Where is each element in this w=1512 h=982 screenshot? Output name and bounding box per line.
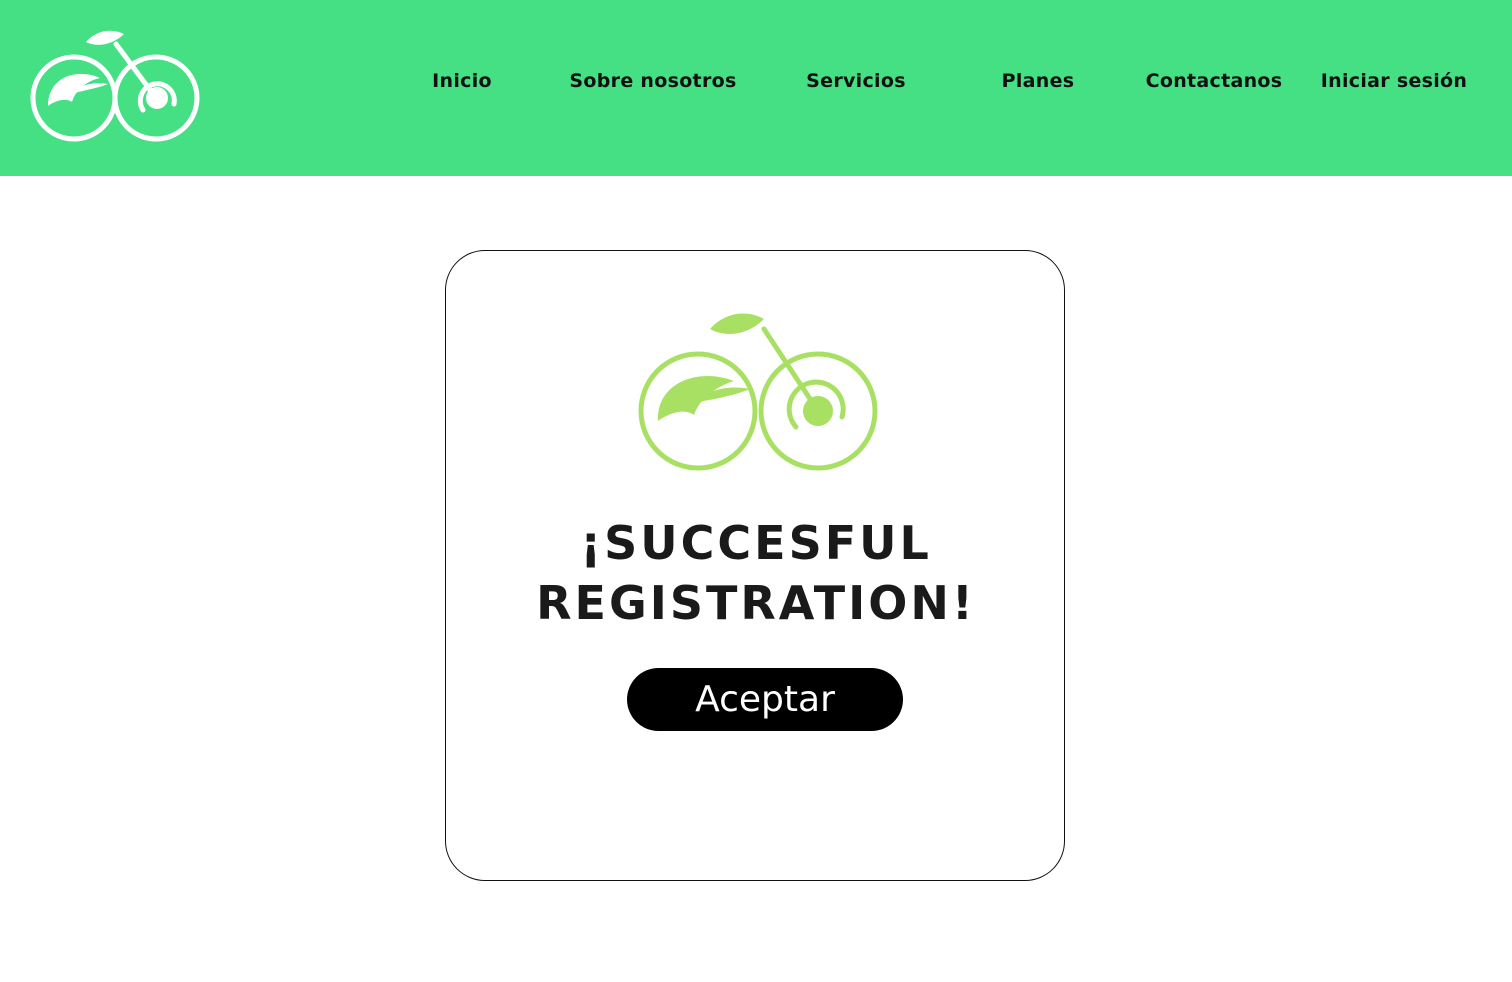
success-title-line-1: ¡SUCCESFUL bbox=[580, 516, 932, 570]
site-header: Inicio Sobre nosotros Servicios Planes C… bbox=[0, 0, 1512, 176]
nav-planes[interactable]: Planes bbox=[994, 68, 1082, 94]
bicycle-leaf-logo-icon[interactable] bbox=[28, 26, 206, 142]
success-card: ¡SUCCESFUL REGISTRATION! Aceptar bbox=[445, 250, 1065, 881]
accept-button[interactable]: Aceptar bbox=[627, 668, 903, 731]
success-title: ¡SUCCESFUL REGISTRATION! bbox=[466, 513, 1046, 633]
nav-servicios[interactable]: Servicios bbox=[800, 68, 912, 94]
nav-sobre-nosotros[interactable]: Sobre nosotros bbox=[560, 68, 746, 94]
bicycle-leaf-logo-icon bbox=[638, 313, 878, 471]
success-title-line-2: REGISTRATION! bbox=[536, 576, 976, 630]
nav-contactanos[interactable]: Contactanos bbox=[1140, 68, 1288, 94]
nav-inicio[interactable]: Inicio bbox=[422, 68, 502, 94]
nav-iniciar-sesion[interactable]: Iniciar sesión bbox=[1318, 68, 1470, 94]
